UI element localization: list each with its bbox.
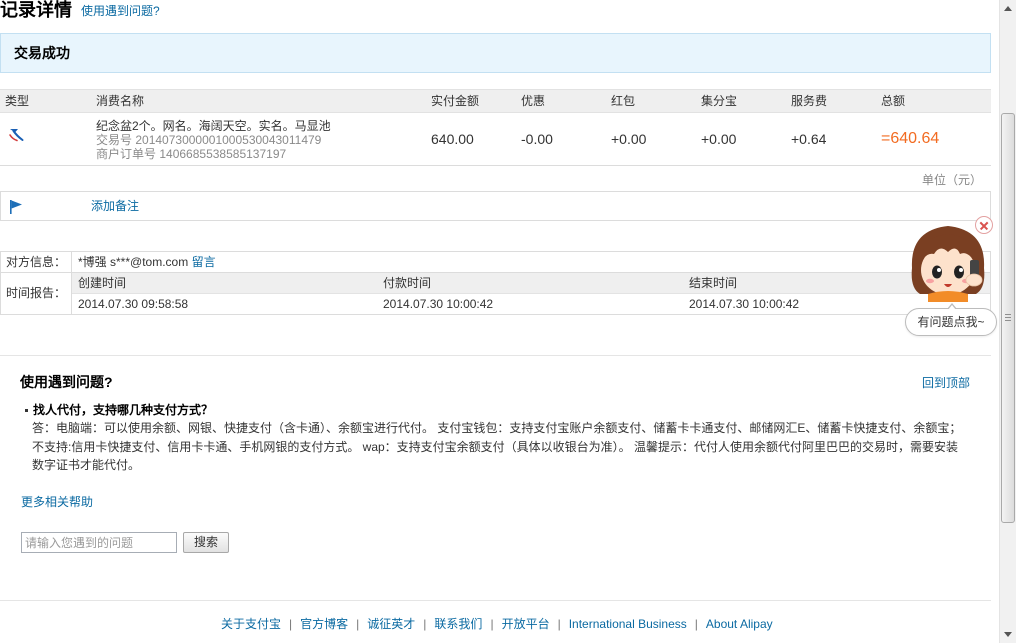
bullet-dot xyxy=(25,409,28,412)
footer-link-international[interactable]: International Business xyxy=(569,617,687,631)
created-time-value: 2014.07.30 09:58:58 xyxy=(78,297,189,311)
table-row: 纪念盆2个。网名。海阔天空。实名。马显池 交易号 201407300000100… xyxy=(0,113,991,166)
add-remark-link[interactable]: 添加备注 xyxy=(91,192,139,220)
faq-answer-line: 数字证书才能代付。 xyxy=(32,458,141,472)
column-header-discount: 优惠 xyxy=(521,94,546,108)
remark-bar: 添加备注 xyxy=(0,191,991,221)
footer-links: 关于支付宝 | 官方博客 | 诚征英才 | 联系我们 | 开放平台 | International … xyxy=(221,617,773,631)
item-name: 纪念盆2个。网名。海阔天空。实名。马显池 xyxy=(96,119,331,133)
footer-separator: | xyxy=(289,617,293,631)
paid-amount: 640.00 xyxy=(431,131,474,147)
grip-line xyxy=(1005,320,1011,321)
vertical-scrollbar[interactable] xyxy=(999,0,1016,643)
total-amount: =640.64 xyxy=(881,130,940,147)
service-fee-amount: +0.64 xyxy=(791,131,827,147)
footer-link-contact[interactable]: 联系我们 xyxy=(434,617,482,631)
counterpart-name: *博强 xyxy=(78,255,107,269)
section-divider xyxy=(0,355,991,356)
footer-separator: | xyxy=(694,617,698,631)
end-time-value: 2014.07.30 10:00:42 xyxy=(689,297,800,311)
leave-message-link[interactable]: 留言 xyxy=(192,255,216,269)
merchant-order-label: 商户订单号 xyxy=(96,147,157,161)
status-banner: 交易成功 xyxy=(0,33,991,73)
help-title: 使用遇到问题? xyxy=(20,374,113,390)
footer-link-about-alipay[interactable]: About Alipay xyxy=(706,617,773,631)
column-header-name: 消费名称 xyxy=(96,94,145,108)
footer-separator: | xyxy=(557,617,561,631)
more-help-link[interactable]: 更多相关帮助 xyxy=(21,495,93,509)
footer-link-open-platform[interactable]: 开放平台 xyxy=(502,617,550,631)
merchant-order-value: 1406685538585137197 xyxy=(159,147,287,161)
arrow-down-icon xyxy=(1004,632,1012,637)
footer-link-careers[interactable]: 诚征英才 xyxy=(367,617,415,631)
end-time-header: 结束时间 xyxy=(689,276,738,290)
counterpart-label: 对方信息： xyxy=(6,255,67,269)
column-header-jifenbao: 集分宝 xyxy=(701,94,738,108)
time-report-divider xyxy=(72,293,990,294)
arrow-up-icon xyxy=(1004,6,1012,11)
search-button[interactable]: 搜索 xyxy=(183,532,229,553)
time-report-header xyxy=(72,273,990,293)
help-link[interactable]: 使用遇到问题? xyxy=(81,3,160,19)
transfer-icon xyxy=(8,127,24,143)
trade-number: 交易号 2014073000001000530043011479 xyxy=(96,133,321,147)
created-time-header: 创建时间 xyxy=(78,276,127,290)
faq-answer: 答：电脑端：可以使用余额、网银、快捷支付（含卡通）、余额宝进行代付。 支付宝钱包… xyxy=(32,419,972,475)
trade-number-label: 交易号 xyxy=(96,133,133,147)
faq-question: 找人代付，支持哪几种支付方式？ xyxy=(33,403,214,417)
scroll-down-button[interactable] xyxy=(1000,626,1016,643)
discount-amount: -0.00 xyxy=(521,131,553,147)
scroll-up-button[interactable] xyxy=(1000,0,1016,17)
footer-link-blog[interactable]: 官方博客 xyxy=(300,617,348,631)
assistant-bubble[interactable]: 有问题点我~ xyxy=(905,303,997,336)
assistant-avatar[interactable] xyxy=(906,220,990,302)
column-header-type: 类型 xyxy=(5,94,30,108)
record-detail-page: 记录详情 使用遇到问题? 交易成功 类型 消费名称 实付金额 优惠 红包 集分宝… xyxy=(0,0,1016,643)
faq-answer-line: 答：电脑端：可以使用余额、网银、快捷支付（含卡通）、余额宝进行代付。 支付宝钱包… xyxy=(32,421,962,435)
column-header-service-fee: 服务费 xyxy=(791,94,828,108)
footer-separator: | xyxy=(423,617,427,631)
column-header-paid: 实付金额 xyxy=(431,94,480,108)
currency-unit: 单位（元） xyxy=(921,173,982,187)
column-header-total: 总额 xyxy=(881,94,906,108)
assistant-bubble-text: 有问题点我~ xyxy=(917,315,985,329)
red-packet-amount: +0.00 xyxy=(611,131,647,147)
flag-icon xyxy=(9,199,23,215)
grip-line xyxy=(1005,317,1011,318)
faq-answer-line: 不支持:信用卡快捷支付、信用卡卡通、手机网银的支付方式。 wap：支持支付宝余额… xyxy=(32,439,959,454)
merchant-order-number: 商户订单号 1406685538585137197 xyxy=(96,147,286,161)
footer-link-about[interactable]: 关于支付宝 xyxy=(221,617,281,631)
paid-time-value: 2014.07.30 10:00:42 xyxy=(383,297,494,311)
trade-number-value: 2014073000001000530043011479 xyxy=(135,133,322,147)
grip-line xyxy=(1005,314,1011,315)
time-report-label: 时间报告： xyxy=(6,286,67,300)
footer-separator: | xyxy=(490,617,494,631)
scroll-thumb[interactable] xyxy=(1001,113,1015,523)
status-text: 交易成功 xyxy=(14,45,70,61)
page-title: 记录详情 xyxy=(0,0,72,20)
close-icon[interactable] xyxy=(975,216,993,234)
back-to-top-link[interactable]: 回到顶部 xyxy=(922,376,970,390)
help-search-input[interactable] xyxy=(21,532,177,553)
bubble-tail-inner xyxy=(948,305,956,310)
jifenbao-amount: +0.00 xyxy=(701,131,737,147)
table-header: 类型 消费名称 实付金额 优惠 红包 集分宝 服务费 总额 xyxy=(0,89,991,113)
counterpart-info: *博强 s***@tom.com 留言 xyxy=(78,252,216,272)
transaction-info-table: 对方信息： *博强 s***@tom.com 留言 时间报告： 创建时间 付款时… xyxy=(0,251,991,315)
footer-separator: | xyxy=(356,617,360,631)
footer-divider xyxy=(0,600,991,601)
counterpart-email: s***@tom.com xyxy=(110,255,189,269)
paid-time-header: 付款时间 xyxy=(383,276,432,290)
column-header-red-packet: 红包 xyxy=(611,94,636,108)
